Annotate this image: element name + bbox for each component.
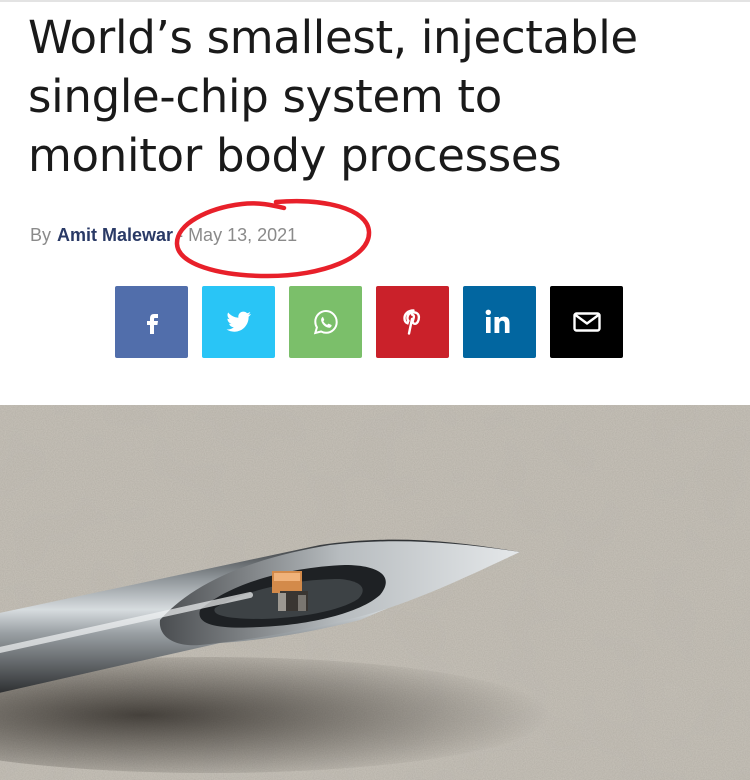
pinterest-share-button[interactable] <box>376 286 449 358</box>
author-link[interactable]: Amit Malewar <box>57 225 173 245</box>
linkedin-share-button[interactable] <box>463 286 536 358</box>
linkedin-icon <box>485 309 509 333</box>
article-title-line-2: single-chip system to <box>28 70 502 123</box>
facebook-icon <box>146 314 158 334</box>
article-title-line-1: World’s smallest, injectable <box>28 11 638 64</box>
whatsapp-icon <box>313 309 338 335</box>
byline: By Amit Malewar - May 13, 2021 <box>30 223 297 247</box>
twitter-share-button[interactable] <box>202 286 275 358</box>
pinterest-icon <box>402 309 420 335</box>
article-title: World’s smallest, injectable single-chip… <box>28 8 728 185</box>
needle-chip-image <box>0 405 750 780</box>
share-buttons <box>115 286 625 358</box>
envelope-icon <box>572 312 601 332</box>
email-share-button[interactable] <box>550 286 623 358</box>
facebook-share-button[interactable] <box>115 286 188 358</box>
article-photo <box>0 405 750 780</box>
top-divider <box>0 0 750 2</box>
byline-prefix: By <box>30 225 52 245</box>
byline-separator: - <box>177 225 184 245</box>
whatsapp-share-button[interactable] <box>289 286 362 358</box>
twitter-icon <box>226 311 251 332</box>
article-title-line-3: monitor body processes <box>28 129 562 182</box>
publish-date: May 13, 2021 <box>188 225 298 245</box>
